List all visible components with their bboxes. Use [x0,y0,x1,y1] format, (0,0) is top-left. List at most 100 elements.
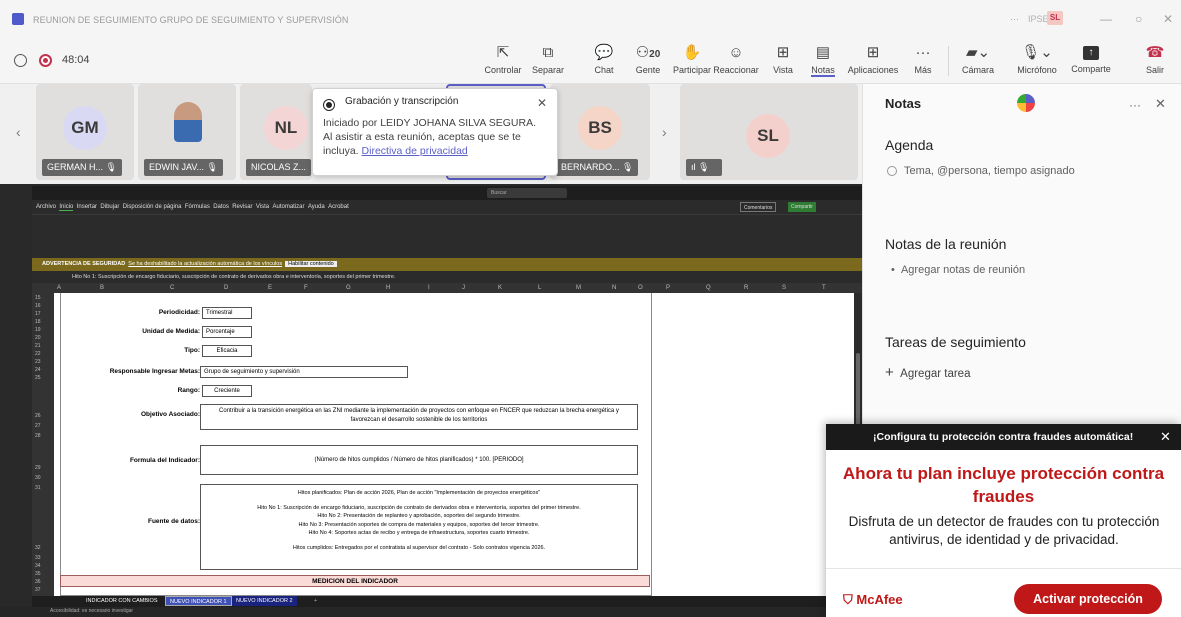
notes-icon: ▤ [815,44,831,61]
menu-item[interactable]: Dibujar [100,204,119,210]
react-label: Reaccionar [713,65,759,75]
divider [826,568,1181,569]
shield-icon [14,54,27,67]
close-notes-button[interactable]: ✕ [1155,96,1166,112]
mcafee-headline: Ahora tu plan incluye protección contra … [842,464,1165,506]
close-window-button[interactable]: ✕ [1163,12,1173,26]
toolbar-divider [948,46,949,76]
comments-button[interactable]: Comentarios [740,202,777,212]
microphone-button[interactable]: 🎙⌄ Micrófono [1012,42,1062,80]
menu-item[interactable]: Disposición de página [123,204,182,210]
responsable-value[interactable]: Grupo de seguimiento y supervisión [200,366,408,378]
sheet-tab[interactable]: INDICADOR CON CAMBIOS [82,596,162,606]
mcafee-text: Disfruta de un detector de fraudes con t… [848,514,1160,547]
close-icon[interactable]: ✕ [537,96,547,110]
menu-item[interactable]: Automatizar [272,204,304,210]
apps-button[interactable]: ⊞ Aplicaciones [846,42,900,80]
notes-more-button[interactable]: ··· [1129,98,1141,112]
share-label: Comparte [1071,64,1111,74]
share-button[interactable]: ↑ Comparte [1066,42,1116,80]
maximize-button[interactable]: ○ [1135,12,1142,26]
minimize-button[interactable]: — [1100,12,1112,26]
excel-ribbon [32,214,862,258]
privacy-link[interactable]: Directiva de privacidad [362,145,468,157]
mcafee-header: ¡Configura tu protección contra fraudes … [826,424,1181,450]
window-title: REUNION DE SEGUIMIENTO GRUPO DE SEGUIMIE… [33,15,349,25]
rango-value[interactable]: Creciente [202,385,252,397]
chat-button[interactable]: 💬 Chat [586,42,622,80]
share-icon: ↑ [1083,46,1099,60]
participant-name: NICOLAS Z... [246,159,312,176]
profile-avatar[interactable]: SL [1047,11,1063,25]
plus-square-icon: ⊞ [866,44,880,61]
sheet-tab-active[interactable]: NUEVO INDICADOR 1 [165,596,232,606]
notes-title: Notas [885,96,922,111]
mcafee-close-button[interactable]: ✕ [1160,429,1171,445]
menu-item[interactable]: Inicio [59,204,74,211]
excel-share-button[interactable]: Compartir [788,202,816,212]
periodicidad-value[interactable]: Trimestral [202,307,252,319]
more-button[interactable]: ··· Más [908,42,938,80]
mic-off-icon: 🎙⌄ [1021,44,1053,61]
agenda-input[interactable]: Tema, @persona, tiempo asignado [904,165,1075,177]
warning-label: ADVERTENCIA DE SEGURIDAD [42,261,126,267]
popout-button[interactable]: ⧉ Separar [528,42,568,80]
menu-item[interactable]: Fórmulas [185,204,210,210]
raise-hand-label: Participar [672,65,711,75]
objetivo-value[interactable]: Contribuir a la transición energética en… [200,404,638,430]
mcafee-shield-icon: ⛉ [843,592,853,607]
menu-item[interactable]: Datos [213,204,229,210]
responsable-label: Responsable Ingresar Metas: [109,368,200,375]
participant-tile[interactable]: NL NICOLAS Z... [240,84,312,180]
raise-hand-button[interactable]: ✋ Participar [670,42,714,80]
participant-tile[interactable]: EDWIN JAV... 🎙 [138,84,236,180]
participant-tile[interactable]: BS BERNARDO... 🎙 [550,84,650,180]
participant-tile[interactable]: GM GERMAN H... 🎙 [36,84,134,180]
formula-bar[interactable]: Hito No 1: Suscripción de encargo fiduci… [32,271,862,283]
react-button[interactable]: ☺ Reaccionar [713,42,759,80]
microphone-label: Micrófono [1017,65,1057,75]
sheet-tab[interactable]: NUEVO INDICADOR 2 [232,596,297,606]
menu-item[interactable]: Archivo [36,204,56,210]
enable-content-button[interactable]: Habilitar contenido [285,261,337,267]
mcafee-logo: ⛉ McAfee [843,592,903,607]
activate-protection-button[interactable]: Activar protección [1014,584,1162,614]
formula-value[interactable]: (Número de hitos cumplidos / Número de h… [200,445,638,475]
notes-button[interactable]: ▤ Notas [808,42,838,80]
camera-button[interactable]: ▰⌄ Cámara [958,42,998,80]
formula-label: Formula del Indicador: [129,457,200,464]
chat-label: Chat [594,65,614,75]
mic-off-icon: 🎙 [105,162,117,172]
excel-titlebar: Buscar [32,186,862,200]
add-task-button[interactable]: + Agregar tarea [885,364,970,381]
meeting-notes-input[interactable]: • Agregar notas de reunión [891,264,1025,276]
leave-button[interactable]: ☎ Salir [1140,42,1170,80]
more-options-button[interactable]: ··· [1010,14,1019,24]
menu-item[interactable]: Acrobat [328,204,349,210]
radio-icon[interactable] [887,166,897,176]
avatar: NL [264,106,308,150]
excel-search[interactable]: Buscar [487,188,567,198]
menu-item[interactable]: Ayuda [308,204,325,210]
self-tile: SL ıl 🎙 [680,84,858,180]
chat-icon: 💬 [594,44,614,61]
rango-label: Rango: [177,387,200,394]
menu-item[interactable]: Insertar [77,204,97,210]
fuente-label: Fuente de datos: [147,518,200,525]
unidad-value[interactable]: Porcentaje [202,326,252,338]
menu-item[interactable]: Revisar [232,204,252,210]
people-button[interactable]: ⚇20 Gente [628,42,668,80]
plus-icon: + [885,364,894,381]
view-button[interactable]: ⊞ Vista [768,42,798,80]
participant-photo [174,102,202,142]
medicion-header: MEDICION DEL INDICADOR [60,575,650,587]
hangup-icon: ☎ [1145,44,1165,61]
add-sheet-button[interactable]: + [310,596,321,606]
fuente-value[interactable]: Hitos planificados: Plan de acción 2026,… [200,484,638,570]
control-button[interactable]: ⇱ Controlar [483,42,523,80]
tipo-value[interactable]: Eficacia [202,345,252,357]
next-participants-icon[interactable]: › [662,124,667,140]
prev-participants-icon[interactable]: ‹ [16,124,21,140]
menu-item[interactable]: Vista [256,204,269,210]
smile-icon: ☺ [728,44,744,61]
